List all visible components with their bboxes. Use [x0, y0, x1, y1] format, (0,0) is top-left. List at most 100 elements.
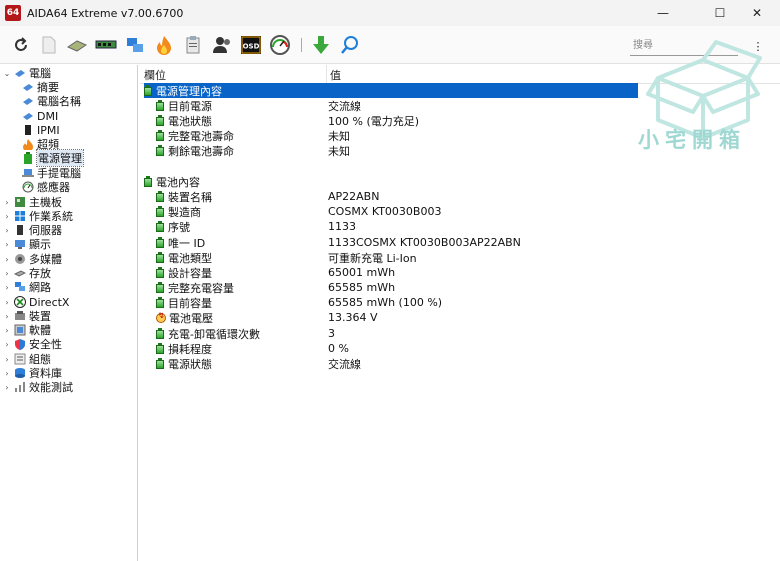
field-value: 交流線 [328, 357, 361, 371]
table-row[interactable]: 裝置名稱 AP22ABN [140, 189, 780, 204]
field-value: 1133COSMX KT0030B003AP22ABN [328, 236, 521, 249]
benchmark-icon[interactable] [151, 32, 177, 58]
chevron-right-icon[interactable]: › [2, 198, 12, 207]
tree-item-multimedia[interactable]: › 多媒體 [2, 252, 62, 266]
field-value: AP22ABN [328, 190, 380, 203]
chevron-right-icon[interactable]: › [2, 369, 12, 378]
tree-item-motherboard[interactable]: › 主機板 [2, 195, 62, 209]
tree-item-power-management[interactable]: 電源管理 [20, 149, 84, 167]
laptop-icon [22, 167, 34, 179]
search-icon[interactable] [337, 32, 363, 58]
title-bar: 64 AIDA64 Extreme v7.00.6700 — ☐ ✕ [0, 0, 780, 26]
table-row[interactable]: 充電-卸電循環次數 3 [140, 326, 780, 341]
tree-item-label: IPMI [37, 123, 60, 137]
field-label: 序號 [168, 220, 190, 234]
osd-icon[interactable]: OSD [238, 32, 264, 58]
chevron-right-icon[interactable]: › [2, 283, 12, 292]
motherboard-icon [14, 196, 26, 208]
section-header-power-properties[interactable]: 電源管理內容 [144, 83, 638, 98]
table-row[interactable]: 電池類型 可重新充電 Li-Ion [140, 250, 780, 265]
field-label: 電池類型 [168, 251, 212, 265]
tree-item-config[interactable]: › 組態 [2, 352, 51, 366]
tree-item-laptop[interactable]: 手提電腦 [20, 166, 81, 180]
tree-item-label: DirectX [29, 295, 70, 309]
section-title: 電池內容 [156, 175, 200, 189]
table-row[interactable]: 序號 1133 [140, 219, 780, 234]
tree-item-database[interactable]: › 資料庫 [2, 366, 62, 380]
field-value: 1133 [328, 220, 356, 233]
tree-item-storage[interactable]: › 存放 [2, 266, 51, 280]
chevron-right-icon[interactable]: › [2, 212, 12, 221]
table-row[interactable]: 完整充電容量 65585 mWh [140, 280, 780, 295]
tree-item-label: DMI [37, 109, 59, 123]
minimize-button[interactable]: — [640, 0, 686, 26]
tree-item-sensors[interactable]: 感應器 [20, 180, 70, 194]
config-icon [14, 353, 26, 365]
battery-icon [156, 328, 164, 339]
tree-item-computer[interactable]: ⌄ 電腦 [2, 66, 51, 80]
tree-item-os[interactable]: › 作業系統 [2, 209, 73, 223]
column-divider[interactable] [326, 65, 327, 83]
field-label: 唯一 ID [168, 236, 206, 250]
tree-item-summary[interactable]: 摘要 [20, 80, 59, 94]
chevron-right-icon[interactable]: › [2, 383, 12, 392]
tree-item-server[interactable]: › 伺服器 [2, 223, 62, 237]
refresh-icon[interactable] [8, 32, 34, 58]
download-icon[interactable] [308, 32, 334, 58]
chevron-right-icon[interactable]: › [2, 340, 12, 349]
battery-icon [156, 145, 164, 156]
tree-item-ipmi[interactable]: IPMI [20, 123, 60, 137]
chevron-right-icon[interactable]: › [2, 312, 12, 321]
tree-item-directx[interactable]: › DirectX [2, 295, 69, 309]
gauge-icon[interactable] [267, 32, 293, 58]
network-icon[interactable] [122, 32, 148, 58]
table-row[interactable]: 損耗程度 0 % [140, 341, 780, 356]
tree-item-label: 網路 [29, 281, 51, 294]
chevron-right-icon[interactable]: › [2, 240, 12, 249]
tree-item-network[interactable]: › 網路 [2, 280, 51, 294]
battery-icon [156, 100, 164, 111]
tree-item-devices[interactable]: › 裝置 [2, 309, 51, 323]
chevron-right-icon[interactable]: › [2, 255, 12, 264]
table-row[interactable]: 目前容量 65585 mWh (100 %) [140, 295, 780, 310]
column-header-field[interactable]: 欄位 [144, 67, 166, 83]
audit-icon[interactable] [180, 32, 206, 58]
tree-item-computer-name[interactable]: 電腦名稱 [20, 94, 81, 108]
field-label: 目前電源 [168, 99, 212, 113]
table-row[interactable]: 設計容量 65001 mWh [140, 265, 780, 280]
aida64-app-icon: 64 [5, 5, 21, 21]
battery-icon [156, 191, 164, 202]
tree-item-display[interactable]: › 顯示 [2, 237, 51, 251]
windows-icon [14, 210, 26, 222]
battery-icon [156, 252, 164, 263]
tree-item-overclock[interactable]: 超頻 [20, 137, 59, 152]
column-header-value[interactable]: 值 [330, 67, 341, 83]
battery-icon [156, 282, 164, 293]
device-icon [14, 310, 26, 322]
chevron-right-icon[interactable]: › [2, 226, 12, 235]
chevron-right-icon[interactable]: › [2, 298, 12, 307]
close-button[interactable]: ✕ [734, 0, 780, 26]
table-row[interactable]: 電池電壓 13.364 V [140, 310, 780, 325]
tree-item-dmi[interactable]: DMI [20, 109, 58, 123]
chevron-right-icon[interactable]: › [2, 269, 12, 278]
table-row[interactable]: 製造商 COSMX KT0030B003 [140, 204, 780, 219]
motherboard-icon[interactable] [64, 32, 90, 58]
section-header-battery-properties[interactable]: 電池內容 [144, 174, 200, 189]
tree-item-software[interactable]: › 軟體 [2, 323, 51, 337]
field-value: 0 % [328, 342, 349, 355]
field-value: 65001 mWh [328, 266, 396, 279]
tree-item-benchmark[interactable]: › 效能測試 [2, 380, 73, 394]
tree-item-label: 電腦名稱 [37, 95, 81, 108]
chevron-right-icon[interactable]: › [2, 355, 12, 364]
table-row[interactable]: 電源狀態 交流線 [140, 356, 780, 371]
window-title: AIDA64 Extreme v7.00.6700 [27, 6, 184, 20]
table-row[interactable]: 唯一 ID 1133COSMX KT0030B003AP22ABN [140, 235, 780, 250]
tree-item-security[interactable]: › 安全性 [2, 337, 62, 351]
memory-icon[interactable] [93, 32, 119, 58]
battery-icon [156, 267, 164, 278]
report-icon[interactable] [36, 32, 62, 58]
chevron-down-icon[interactable]: ⌄ [2, 69, 12, 78]
chevron-right-icon[interactable]: › [2, 326, 12, 335]
user-icon[interactable] [209, 32, 235, 58]
